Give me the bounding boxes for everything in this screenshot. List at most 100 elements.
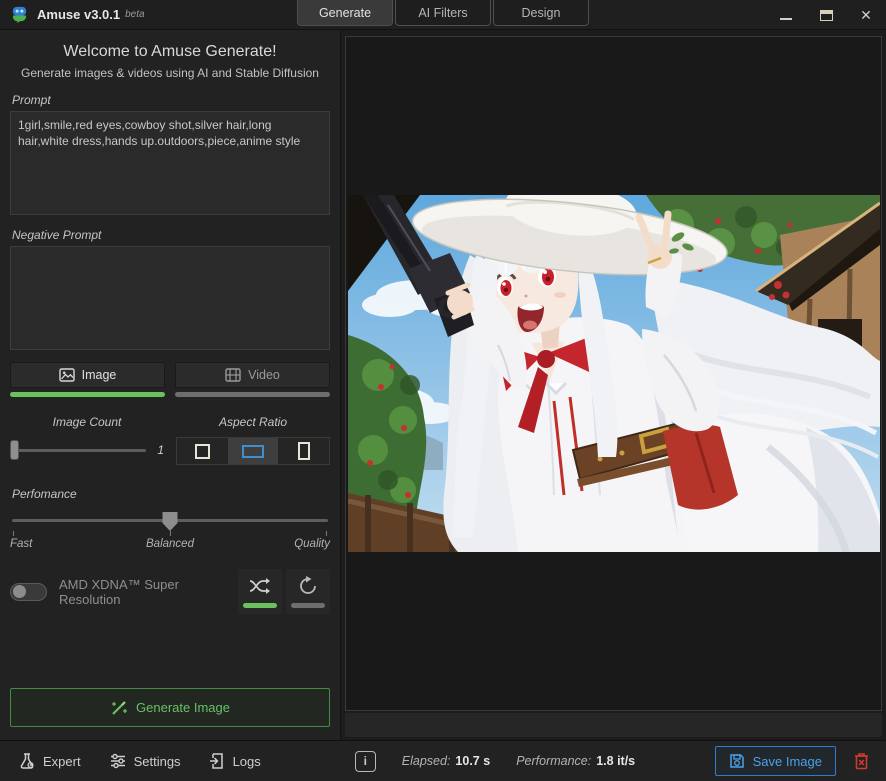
performance-metric-value: 1.8 it/s [596, 754, 635, 768]
save-image-label: Save Image [753, 754, 822, 769]
viewer-bottom-strip [345, 713, 882, 737]
image-mode-label: Image [82, 368, 117, 382]
negative-prompt-input[interactable] [10, 246, 330, 350]
close-button[interactable]: ✕ [846, 0, 886, 30]
performance-slider[interactable] [10, 511, 330, 531]
elapsed-label: Elapsed: [402, 754, 451, 768]
mode-switcher: Image Video [10, 362, 330, 397]
super-resolution-toggle[interactable] [10, 583, 47, 601]
image-mode-button[interactable]: Image [10, 362, 165, 388]
aspect-ratio-group: Aspect Ratio [176, 415, 330, 465]
performance-label: Perfomance [12, 487, 330, 501]
tab-ai-filters[interactable]: AI Filters [395, 0, 491, 26]
welcome-subtitle: Generate images & videos using AI and St… [10, 66, 330, 80]
image-icon [59, 368, 75, 382]
reuse-inactive-bar [291, 603, 325, 608]
main-area: Welcome to Amuse Generate! Generate imag… [0, 30, 886, 740]
super-resolution-label: AMD XDNA™ Super Resolution [59, 577, 238, 607]
delete-image-button[interactable] [844, 746, 878, 776]
aspect-square-icon [195, 444, 210, 459]
aspect-ratio-label: Aspect Ratio [176, 415, 330, 429]
video-mode-inactive-bar [175, 392, 330, 397]
tick-balanced [170, 531, 171, 536]
save-icon [729, 753, 745, 769]
generate-panel: Welcome to Amuse Generate! Generate imag… [0, 30, 341, 740]
toggle-knob [13, 585, 26, 598]
app-title: Amuse v3.0.1 [37, 7, 120, 22]
image-mode-active-bar [10, 392, 165, 397]
image-count-value: 1 [154, 443, 164, 457]
expert-label: Expert [43, 754, 81, 769]
magic-wand-icon [110, 699, 128, 717]
trash-delete-icon [852, 751, 871, 771]
image-count-label: Image Count [10, 415, 164, 429]
performance-metric: Performance: 1.8 it/s [516, 754, 635, 768]
save-image-button[interactable]: Save Image [715, 746, 836, 776]
aspect-square-button[interactable] [177, 438, 228, 464]
amuse-logo-icon [10, 5, 29, 24]
expert-flask-icon [18, 752, 36, 770]
performance-ticks: Fast Balanced Quality [10, 531, 330, 555]
video-mode-button[interactable]: Video [175, 362, 330, 388]
generate-image-button[interactable]: Generate Image [10, 688, 330, 727]
close-icon: ✕ [860, 7, 872, 24]
info-icon: i [364, 754, 367, 768]
video-mode-label: Video [248, 368, 280, 382]
performance-thumb[interactable] [163, 512, 178, 531]
settings-button[interactable]: Settings [109, 752, 181, 770]
tick-label-quality: Quality [294, 538, 330, 550]
prompt-input[interactable]: 1girl,smile,red eyes,cowboy shot,silver … [10, 111, 330, 215]
negative-prompt-label: Negative Prompt [12, 228, 330, 242]
elapsed-value: 10.7 s [455, 754, 490, 768]
statusbar: Expert Settings Logs i Elapsed: 10.7 s P… [0, 740, 886, 781]
generate-image-label: Generate Image [136, 700, 230, 715]
elapsed-metric: Elapsed: 10.7 s [402, 754, 490, 768]
image-viewer [341, 30, 886, 740]
image-count-slider[interactable]: 1 [10, 443, 164, 457]
image-count-thumb[interactable] [10, 440, 19, 460]
reuse-seed-button[interactable] [286, 569, 330, 614]
aspect-portrait-button[interactable] [278, 438, 329, 464]
tick-quality [326, 531, 327, 536]
seed-buttons [238, 569, 330, 614]
logs-label: Logs [233, 754, 261, 769]
tick-label-fast: Fast [10, 538, 32, 550]
shuffle-seed-button[interactable] [238, 569, 282, 614]
titlebar: Amuse v3.0.1 beta Generate AI Filters De… [0, 0, 886, 30]
aspect-ratio-buttons [176, 437, 330, 465]
shuffle-active-bar [243, 603, 277, 608]
prompt-label: Prompt [12, 93, 330, 107]
performance-metric-label: Performance: [516, 754, 591, 768]
expert-button[interactable]: Expert [18, 752, 81, 770]
welcome-block: Welcome to Amuse Generate! Generate imag… [10, 43, 330, 80]
count-aspect-row: Image Count 1 Aspect Ratio [10, 415, 330, 465]
aspect-landscape-icon [242, 445, 264, 458]
tab-generate[interactable]: Generate [297, 0, 393, 26]
viewer-canvas [345, 36, 882, 711]
panel-spacer [10, 614, 330, 688]
info-button[interactable]: i [355, 751, 376, 772]
tab-design[interactable]: Design [493, 0, 589, 26]
image-count-group: Image Count 1 [10, 415, 164, 465]
tick-fast [13, 531, 14, 536]
settings-label: Settings [134, 754, 181, 769]
app-badge: beta [125, 9, 144, 20]
minimize-button[interactable] [766, 0, 806, 30]
refresh-icon [296, 575, 320, 597]
logs-button[interactable]: Logs [209, 752, 261, 770]
aspect-landscape-button[interactable] [228, 438, 279, 464]
settings-sliders-icon [109, 752, 127, 770]
video-icon [225, 368, 241, 382]
main-tabs: Generate AI Filters Design [296, 0, 590, 26]
logs-document-icon [209, 752, 226, 770]
super-resolution-row: AMD XDNA™ Super Resolution [10, 569, 330, 614]
aspect-portrait-icon [298, 442, 310, 460]
tick-label-balanced: Balanced [146, 538, 194, 550]
window-controls: ✕ [766, 0, 886, 30]
maximize-button[interactable] [806, 0, 846, 30]
welcome-title: Welcome to Amuse Generate! [10, 43, 330, 61]
maximize-icon [820, 10, 833, 21]
generated-image[interactable] [348, 195, 880, 552]
image-count-track[interactable] [10, 449, 146, 452]
minimize-icon [780, 18, 792, 20]
